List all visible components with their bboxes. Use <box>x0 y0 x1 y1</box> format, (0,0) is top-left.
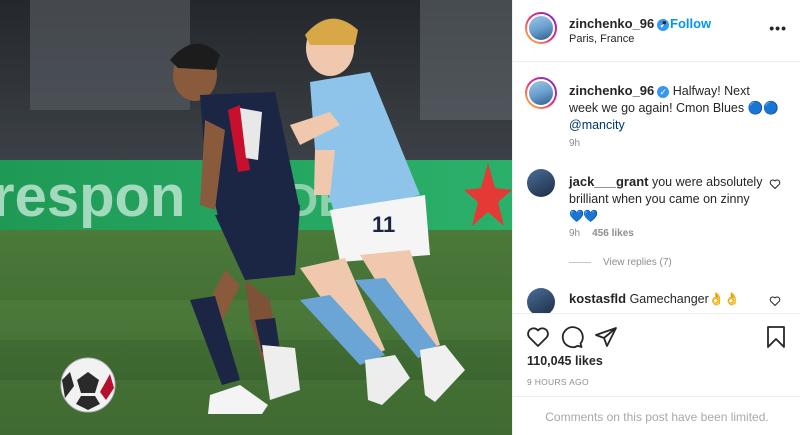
caption-emoji: 🔵🔵 <box>747 101 779 115</box>
comment-meta: 9h 456 likes <box>569 228 634 239</box>
ad-board-text: respon <box>0 164 185 229</box>
comment-text: jack___grant you were absolutely brillia… <box>569 173 764 225</box>
caption-username[interactable]: zinchenko_96 <box>569 83 654 98</box>
commenter-avatar[interactable] <box>527 288 555 313</box>
comment-icon[interactable] <box>560 325 584 349</box>
bookmark-icon[interactable] <box>764 325 788 349</box>
author-username[interactable]: zinchenko_96 ✓ <box>569 16 670 31</box>
comment-like-heart-outline-icon[interactable] <box>769 295 781 307</box>
caption-time[interactable]: 9h <box>569 138 580 149</box>
post-photo-illustration: respon DE 11 <box>0 0 512 435</box>
author-username-text[interactable]: zinchenko_96 <box>569 16 654 31</box>
post-photo[interactable]: respon DE 11 <box>0 0 512 435</box>
share-icon[interactable] <box>594 325 618 349</box>
author-avatar[interactable] <box>525 12 557 44</box>
shirt-number: 11 <box>372 212 395 237</box>
heart-icon[interactable] <box>526 325 550 349</box>
commenter-username[interactable]: kostasfld <box>569 291 626 306</box>
comment-time[interactable]: 9h <box>569 228 580 239</box>
comment-like-heart-outline-icon[interactable] <box>769 178 781 190</box>
comments-section[interactable]: zinchenko_96 ✓ Halfway! Next week we go a… <box>513 63 800 313</box>
comment-text: kostasfld Gamechanger👌👌 <box>569 290 764 308</box>
post-location[interactable]: Paris, France <box>569 33 634 45</box>
more-options-icon[interactable]: ••• <box>769 20 787 36</box>
caption-avatar[interactable] <box>525 77 557 109</box>
post-side-panel: zinchenko_96 ✓ • Follow Paris, France •••… <box>512 0 800 435</box>
comment-emoji: 👌👌 <box>708 292 740 306</box>
separator-dot: • <box>662 15 667 30</box>
caption-text: zinchenko_96 ✓ Halfway! Next week we go a… <box>569 82 779 134</box>
view-replies-button[interactable]: View replies (7) <box>569 257 672 268</box>
post-actions: 110,045 likes 9 HOURS AGO Comments on th… <box>513 313 800 435</box>
commenter-avatar[interactable] <box>527 169 555 197</box>
comment-body: Gamechanger <box>629 292 709 306</box>
caption-mention[interactable]: @mancity <box>569 118 625 132</box>
post-timestamp[interactable]: 9 HOURS AGO <box>527 377 589 387</box>
comments-limited-notice: Comments on this post have been limited. <box>513 396 800 435</box>
likes-count[interactable]: 110,045 likes <box>527 354 603 368</box>
comment-emoji: 💙💙 <box>569 209 598 223</box>
follow-button[interactable]: Follow <box>670 16 711 31</box>
post-header: zinchenko_96 ✓ • Follow Paris, France ••• <box>513 0 800 62</box>
football <box>60 357 116 413</box>
commenter-username[interactable]: jack___grant <box>569 174 649 189</box>
verified-icon: ✓ <box>657 85 670 98</box>
comment-likes[interactable]: 456 likes <box>592 228 634 239</box>
